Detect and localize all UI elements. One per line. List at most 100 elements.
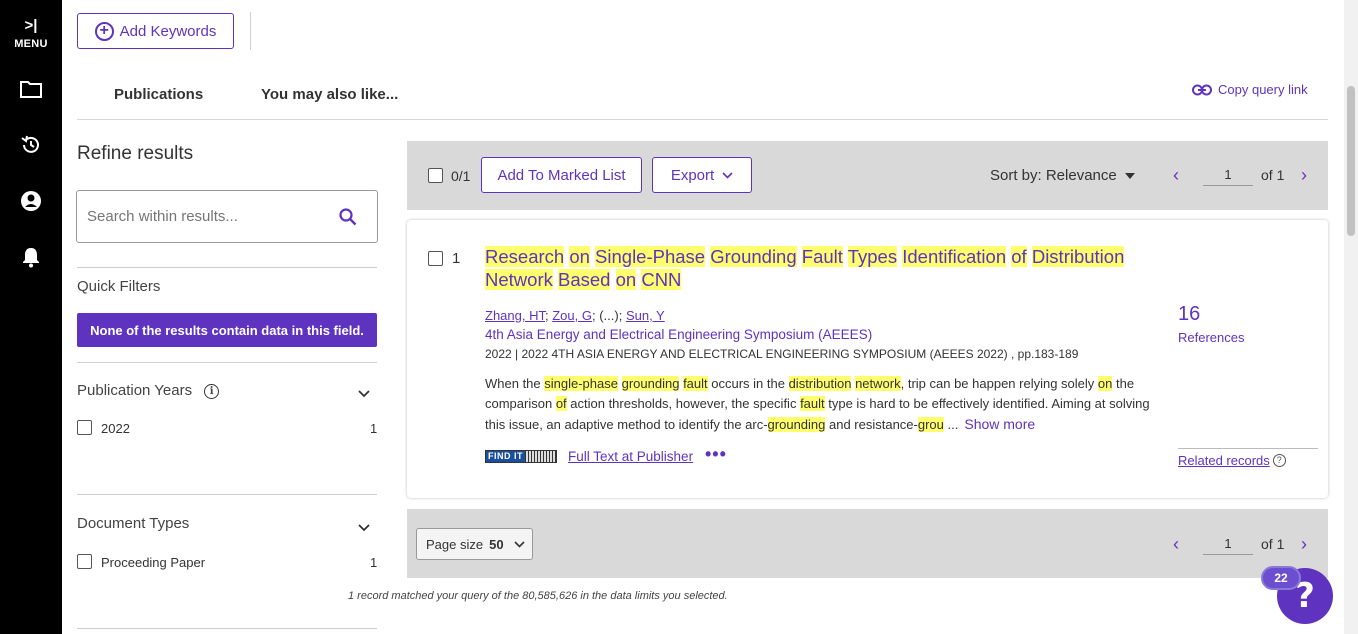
author-link[interactable]: Zou, G [552,308,592,323]
full-text-at-publisher-link[interactable]: Full Text at Publisher [568,449,693,464]
page-number-input[interactable] [1203,164,1253,186]
title-word: Based [558,269,611,290]
year-2022-count: 1 [370,421,378,436]
next-page-button[interactable]: › [1297,165,1311,186]
abstract-highlight: on [1097,376,1113,391]
more-options-icon[interactable]: ••• [705,444,727,465]
related-records-link[interactable]: Related records? [1178,453,1286,468]
abstract-segment: and resistance- [825,417,918,432]
left-nav-sidebar: >| MENU [0,0,62,634]
divider [77,494,377,495]
publication-years-header[interactable]: Publication Years i [77,382,220,399]
title-word: Network [485,269,553,290]
results-toolbar: 0/1 Add To Marked List Export Sort by: R… [407,141,1328,210]
sort-dropdown[interactable]: Sort by: Relevance [990,167,1135,184]
abstract-segment: When the [485,376,545,391]
export-label: Export [670,166,715,184]
record-authors: Zhang, HT; Zou, G; (...); Sun, Y [485,308,665,323]
title-word: Grounding [710,246,797,267]
copy-query-link-label: Copy query link [1218,82,1308,97]
page-size-label: Page size [426,536,484,552]
record-number: 1 [452,250,461,267]
title-word: Fault [801,246,843,267]
conference-link[interactable]: 4th Asia Energy and Electrical Engineeri… [485,327,872,342]
chevron-down-icon [513,540,525,548]
prev-page-button[interactable]: ‹ [1169,534,1183,555]
title-word: CNN [641,269,682,290]
abstract-highlight: fault [683,376,708,391]
page-size-value: 50 [489,536,504,552]
abstract-segment: action thresholds, however, the specific [566,396,801,411]
abstract-highlight: distribution [788,376,852,391]
year-2022-checkbox[interactable] [77,420,92,435]
help-icon[interactable]: ? [1272,453,1286,467]
title-word: Research [485,246,565,267]
info-icon[interactable]: i [204,383,220,399]
export-button[interactable]: Export [652,157,752,193]
page-size-dropdown[interactable]: Page size 50 [416,528,533,560]
abstract-segment: occurs in the [707,376,789,391]
refine-results-title: Refine results [77,143,194,164]
search-icon[interactable] [339,208,357,231]
bell-icon[interactable] [0,240,62,274]
references-count[interactable]: 16 [1178,303,1200,326]
authors-ellipsis[interactable]: (...) [599,308,619,323]
page-scrollbar[interactable] [1344,0,1358,634]
document-types-title[interactable]: Document Types [77,515,189,532]
chevron-down-icon[interactable] [358,385,370,403]
page-of-label: of 1 [1261,167,1285,183]
publication-years-title: Publication Years [77,382,193,399]
abstract-highlight: grounding [621,376,680,391]
folder-icon[interactable] [0,72,62,106]
tab-you-may-also-like[interactable]: You may also like... [261,86,398,103]
page-number-input[interactable] [1203,533,1253,555]
vertical-divider [250,12,251,50]
search-within-input[interactable] [77,191,317,242]
menu-label: MENU [14,38,48,50]
title-word: Types [847,246,898,267]
quick-filters-title: Quick Filters [77,278,161,295]
select-all-checkbox[interactable] [428,168,443,183]
title-word: of [1011,246,1027,267]
show-more-link[interactable]: Show more [964,416,1035,432]
account-icon[interactable] [0,184,62,218]
abstract-highlight: grounding [767,417,826,432]
history-icon[interactable] [0,128,62,162]
chevron-down-icon[interactable] [358,519,370,537]
search-within-results [76,190,378,243]
record-card: 1 Research on Single-Phase Grounding Fau… [407,220,1328,498]
sort-label: Sort by: Relevance [990,167,1117,184]
author-link[interactable]: Zhang, HT [485,308,545,323]
record-checkbox[interactable] [428,251,443,266]
add-to-marked-list-button[interactable]: Add To Marked List [481,157,642,193]
proceeding-paper-checkbox[interactable] [77,554,92,569]
add-keywords-button[interactable]: + Add Keywords [77,13,234,49]
plus-circle-icon: + [94,21,114,41]
scrollbar-thumb[interactable] [1347,86,1355,236]
proceeding-paper-label: Proceeding Paper [101,555,206,570]
title-word: on [615,269,637,290]
copy-query-link[interactable]: Copy query link [1192,82,1308,97]
selected-count: 0/1 [451,168,471,184]
top-pagination: ‹ of 1 › [1169,164,1311,186]
prev-page-button[interactable]: ‹ [1169,165,1183,186]
divider [77,362,377,363]
tab-publications[interactable]: Publications [114,86,203,103]
menu-button[interactable]: >| MENU [0,10,62,56]
author-link[interactable]: Sun, Y [626,308,665,323]
proceeding-paper-count: 1 [370,555,378,570]
abstract-highlight: of [555,396,567,411]
references-label[interactable]: References [1178,330,1244,345]
quick-filters-banner: None of the results contain data in this… [77,313,377,347]
next-page-button[interactable]: › [1297,534,1311,555]
add-keywords-label: Add Keywords [119,22,217,40]
record-title[interactable]: Research on Single-Phase Grounding Fault… [485,245,1145,291]
abstract-highlight: grou [917,417,944,432]
related-records-label: Related records [1178,453,1270,468]
main-content: + Add Keywords Publications You may also… [62,0,1344,634]
year-2022-label: 2022 [101,421,130,436]
abstract-highlight: single-phase [544,376,618,391]
record-abstract: When the single-phase grounding fault oc… [485,374,1153,435]
find-it-logo[interactable]: FIND IT [485,450,557,463]
abstract-highlight: network [855,376,901,391]
